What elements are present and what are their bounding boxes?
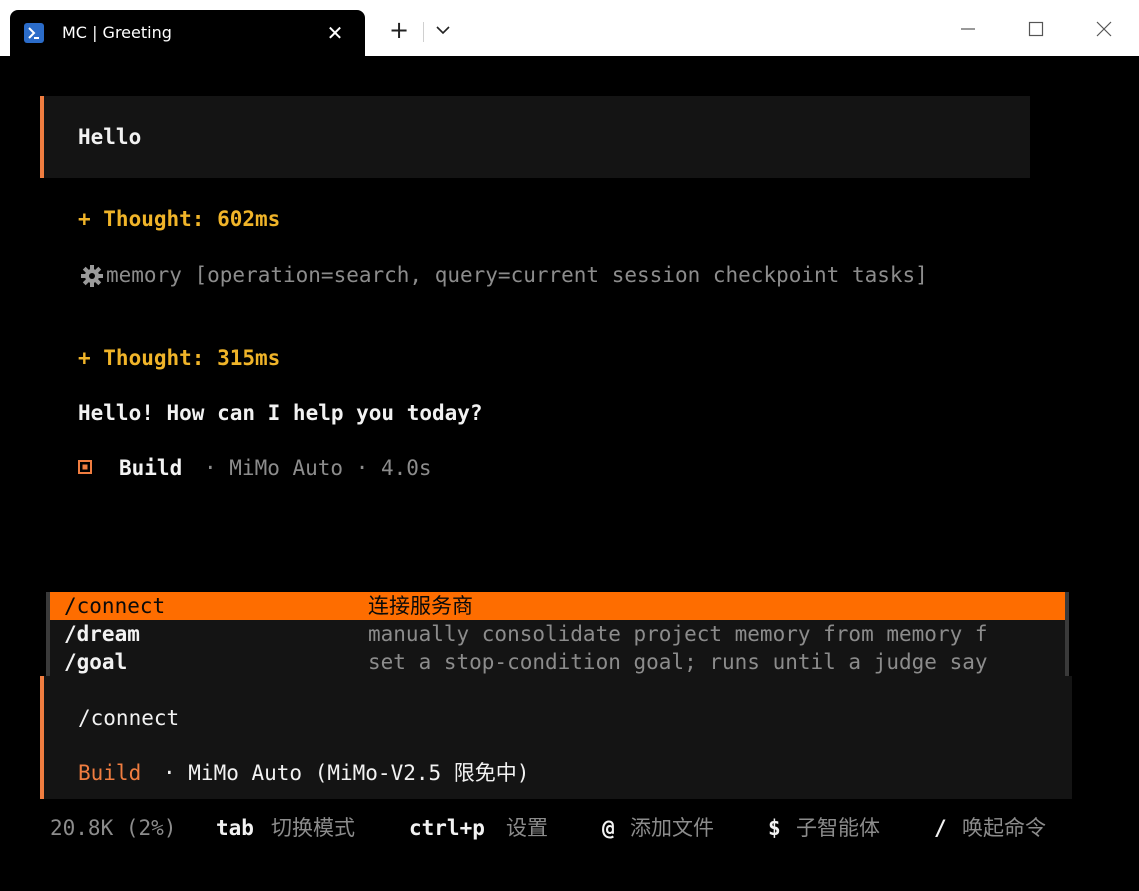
command-item-goal[interactable]: /goal set a stop-condition goal; runs un… xyxy=(50,648,1065,676)
hint-label: 设置 xyxy=(506,816,548,840)
assistant-reply: Hello! How can I help you today? xyxy=(78,401,483,425)
input-value[interactable]: /connect xyxy=(78,706,179,730)
tool-call: memory [operation=search, query=current … xyxy=(106,263,928,287)
status-info: · MiMo Auto · 4.0s xyxy=(204,456,432,480)
user-message: Hello xyxy=(78,125,142,149)
title-bar: MC | Greeting ✕ + xyxy=(0,0,1139,56)
command-item-dream[interactable]: /dream manually consolidate project memo… xyxy=(50,620,1065,648)
tab-title: MC | Greeting xyxy=(62,23,172,42)
status-mode: Build xyxy=(119,456,183,480)
thought-toggle[interactable]: + Thought: 315ms xyxy=(78,346,280,370)
hint-label: 添加文件 xyxy=(630,816,714,840)
maximize-icon[interactable] xyxy=(1018,12,1054,46)
command-name: /dream xyxy=(64,622,140,646)
hint-key: $ xyxy=(768,816,781,840)
hint-label: 子智能体 xyxy=(796,816,880,840)
command-name: /connect xyxy=(64,594,166,618)
hint-label: 唤起命令 xyxy=(962,816,1046,840)
prompt-input[interactable]: /connect Build · MiMo Auto (MiMo-V2.5 限免… xyxy=(40,676,1072,799)
hint-key: ctrl+p xyxy=(409,816,485,840)
hint-key: tab xyxy=(216,816,254,840)
command-dropdown: /connect 连接服务商 /dream manually consolida… xyxy=(46,592,1069,676)
user-message-box: Hello xyxy=(40,96,1030,178)
thought-toggle[interactable]: + Thought: 602ms xyxy=(78,207,280,231)
command-description: 连接服务商 xyxy=(368,594,473,618)
input-mode[interactable]: Build xyxy=(78,761,141,785)
command-name: /goal xyxy=(64,650,128,674)
build-mode-icon xyxy=(78,460,92,474)
terminal-tab[interactable]: MC | Greeting ✕ xyxy=(10,10,365,56)
hint-key: @ xyxy=(602,816,615,840)
powershell-icon xyxy=(24,23,44,43)
hint-key: / xyxy=(934,816,947,840)
token-usage: 20.8K (2%) xyxy=(50,816,177,840)
new-tab-button[interactable]: + xyxy=(383,14,415,46)
chevron-down-icon[interactable] xyxy=(427,14,459,46)
minimize-icon[interactable] xyxy=(950,12,986,46)
command-item-connect[interactable]: /connect 连接服务商 xyxy=(50,592,1065,620)
hint-label: 切换模式 xyxy=(271,816,355,840)
input-model[interactable]: · MiMo Auto (MiMo-V2.5 限免中) xyxy=(163,761,529,785)
command-description: set a stop-condition goal; runs until a … xyxy=(368,650,988,674)
gear-icon xyxy=(81,265,103,287)
close-window-icon[interactable] xyxy=(1086,12,1122,46)
command-description: manually consolidate project memory from… xyxy=(368,622,988,646)
divider xyxy=(423,22,424,42)
close-tab-icon[interactable]: ✕ xyxy=(323,21,347,45)
